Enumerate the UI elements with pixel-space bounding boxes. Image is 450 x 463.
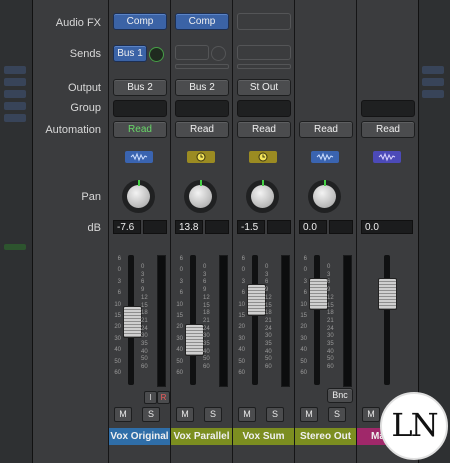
pan-knob[interactable] xyxy=(308,180,341,213)
logo-text: LN xyxy=(391,406,438,444)
volume-fader[interactable] xyxy=(247,284,266,316)
solo-button[interactable]: S xyxy=(142,407,160,422)
group-slot[interactable] xyxy=(361,100,415,117)
automation-mode-button[interactable]: Read xyxy=(175,121,229,138)
waveform-icon[interactable] xyxy=(311,151,339,163)
send-level-knob-icon[interactable] xyxy=(149,47,164,62)
group-slot[interactable] xyxy=(237,100,291,117)
input-monitor-button[interactable]: I xyxy=(144,391,157,404)
waveform-icon[interactable] xyxy=(125,151,153,163)
meter-scale: 0 3 6 9 12 15 18 21 24 30 35 40 50 60 xyxy=(327,264,334,371)
volume-fader[interactable] xyxy=(123,306,142,338)
audio-fx-slot[interactable]: Comp xyxy=(175,13,229,30)
pan-knob[interactable] xyxy=(184,180,217,213)
fader-scale: 6 0 3 6 10 15 20 30 40 50 60 xyxy=(238,256,245,377)
channel-strip-vox-parallel: Comp Bus 2 Read 13.8 6 0 3 6 10 15 20 30 40 50 60 … xyxy=(170,0,232,463)
yellow-clock-icon[interactable] xyxy=(187,151,215,163)
audio-fx-label: Audio FX xyxy=(55,17,101,29)
channel-strip-vox-sum: St Out Read -1.5 6 0 3 6 10 15 20 30 40 50 60 0369… xyxy=(232,0,294,463)
fader-area: 6 0 3 6 10 15 20 30 40 50 60 0 3 6 9 12 15 18 21 24 30 35 40 5… xyxy=(109,250,170,388)
peak-value xyxy=(205,220,229,234)
automation-mode-button[interactable]: Read xyxy=(361,121,415,138)
fader-area: 6 0 3 6 10 15 20 30 40 50 60 0 3 6 9 12 15 18 21 24 30 35 40 5… xyxy=(171,250,232,388)
fader-track xyxy=(252,255,258,385)
fader-scale: 6 0 3 6 10 15 20 30 40 50 60 xyxy=(300,256,307,377)
audio-fx-slot[interactable]: Comp xyxy=(113,13,167,30)
meter-scale: 0 3 6 9 12 15 18 21 24 30 35 40 50 60 xyxy=(265,264,272,371)
channel-name[interactable]: Stereo Out xyxy=(295,428,356,445)
send-slot-empty[interactable] xyxy=(175,64,229,69)
fader-area: 6 0 3 6 10 15 20 30 40 50 60 0 3 6 9 12 15 18 21 24 30 35 40 5… xyxy=(233,250,294,388)
fader-track xyxy=(384,255,390,385)
channel-strip-vox-original: Comp Bus 1 Bus 2 Read -7.6 6 0 3 6 10 15 20 30 4… xyxy=(108,0,170,463)
volume-value[interactable]: 0.0 xyxy=(361,220,413,234)
mute-button[interactable]: M xyxy=(114,407,132,422)
send-slot[interactable] xyxy=(175,45,209,60)
channel-name[interactable]: Vox Parallel xyxy=(171,428,232,445)
automation-mode-button[interactable]: Read xyxy=(237,121,291,138)
channel-name[interactable]: Vox Sum xyxy=(233,428,294,445)
output-slot[interactable]: St Out xyxy=(237,79,291,96)
fader-scale: 6 0 3 6 10 15 20 30 40 50 60 xyxy=(176,256,183,377)
ln-logo: LN xyxy=(380,392,448,460)
group-slot[interactable] xyxy=(113,100,167,117)
level-meter xyxy=(157,255,166,387)
background-panel-left xyxy=(0,0,33,463)
db-label: dB xyxy=(87,222,101,234)
output-slot[interactable]: Bus 2 xyxy=(113,79,167,96)
group-slot[interactable] xyxy=(175,100,229,117)
send-slot-empty[interactable] xyxy=(237,64,291,69)
fader-area xyxy=(357,250,418,388)
waveform-icon[interactable] xyxy=(373,151,401,163)
mixer-window: Audio FX Sends Output Group Automation P… xyxy=(32,0,419,463)
channel-strip-stereo-out: Read 0.0 6 0 3 6 10 15 20 30 40 50 60 0 3 6 9 12 15 18 21… xyxy=(294,0,356,463)
solo-button[interactable]: S xyxy=(328,407,346,422)
pan-label: Pan xyxy=(81,191,101,203)
meter-scale: 0 3 6 9 12 15 18 21 24 30 35 40 50 60 xyxy=(203,264,210,371)
volume-value[interactable]: 0.0 xyxy=(299,220,327,234)
pan-knob[interactable] xyxy=(122,180,155,213)
level-meter xyxy=(343,255,352,387)
volume-fader[interactable] xyxy=(309,278,328,310)
solo-button[interactable]: S xyxy=(266,407,284,422)
level-meter xyxy=(281,255,290,387)
automation-mode-button[interactable]: Read xyxy=(299,121,353,138)
audio-fx-slot[interactable] xyxy=(237,13,291,30)
volume-fader[interactable] xyxy=(185,324,204,356)
pan-knob[interactable] xyxy=(246,180,279,213)
volume-value[interactable]: -7.6 xyxy=(113,220,141,234)
volume-value[interactable]: 13.8 xyxy=(175,220,203,234)
fader-track xyxy=(190,255,196,385)
send-slot[interactable]: Bus 1 xyxy=(113,45,147,62)
meter-scale: 0 3 6 9 12 15 18 21 24 30 35 40 50 60 xyxy=(141,264,148,371)
peak-value xyxy=(267,220,291,234)
volume-value[interactable]: -1.5 xyxy=(237,220,265,234)
yellow-clock-icon[interactable] xyxy=(249,151,277,163)
mute-button[interactable]: M xyxy=(300,407,318,422)
row-label-column: Audio FX Sends Output Group Automation P… xyxy=(33,0,105,463)
group-label: Group xyxy=(70,102,101,114)
output-label: Output xyxy=(67,82,101,94)
channel-name[interactable]: Vox Original xyxy=(109,428,170,445)
send-slot[interactable] xyxy=(237,45,291,60)
fader-scale: 6 0 3 6 10 15 20 30 40 50 60 xyxy=(114,256,121,377)
fader-area: 6 0 3 6 10 15 20 30 40 50 60 0 3 6 9 12 15 18 21 24 30 35 40 5… xyxy=(295,250,356,388)
automation-label: Automation xyxy=(45,124,101,136)
output-slot[interactable]: Bus 2 xyxy=(175,79,229,96)
peak-value xyxy=(329,220,353,234)
automation-mode-button[interactable]: Read xyxy=(113,121,167,138)
mute-button[interactable]: M xyxy=(238,407,256,422)
bounce-button[interactable]: Bnc xyxy=(327,388,353,403)
send-level-knob-icon[interactable] xyxy=(211,46,226,61)
mute-button[interactable]: M xyxy=(176,407,194,422)
fader-track xyxy=(314,255,320,385)
sends-label: Sends xyxy=(69,48,101,60)
volume-fader[interactable] xyxy=(378,278,397,310)
mute-button[interactable]: M xyxy=(362,407,380,422)
record-enable-button[interactable]: R xyxy=(157,391,170,404)
peak-value xyxy=(143,220,167,234)
level-meter xyxy=(219,255,228,387)
solo-button[interactable]: S xyxy=(204,407,222,422)
